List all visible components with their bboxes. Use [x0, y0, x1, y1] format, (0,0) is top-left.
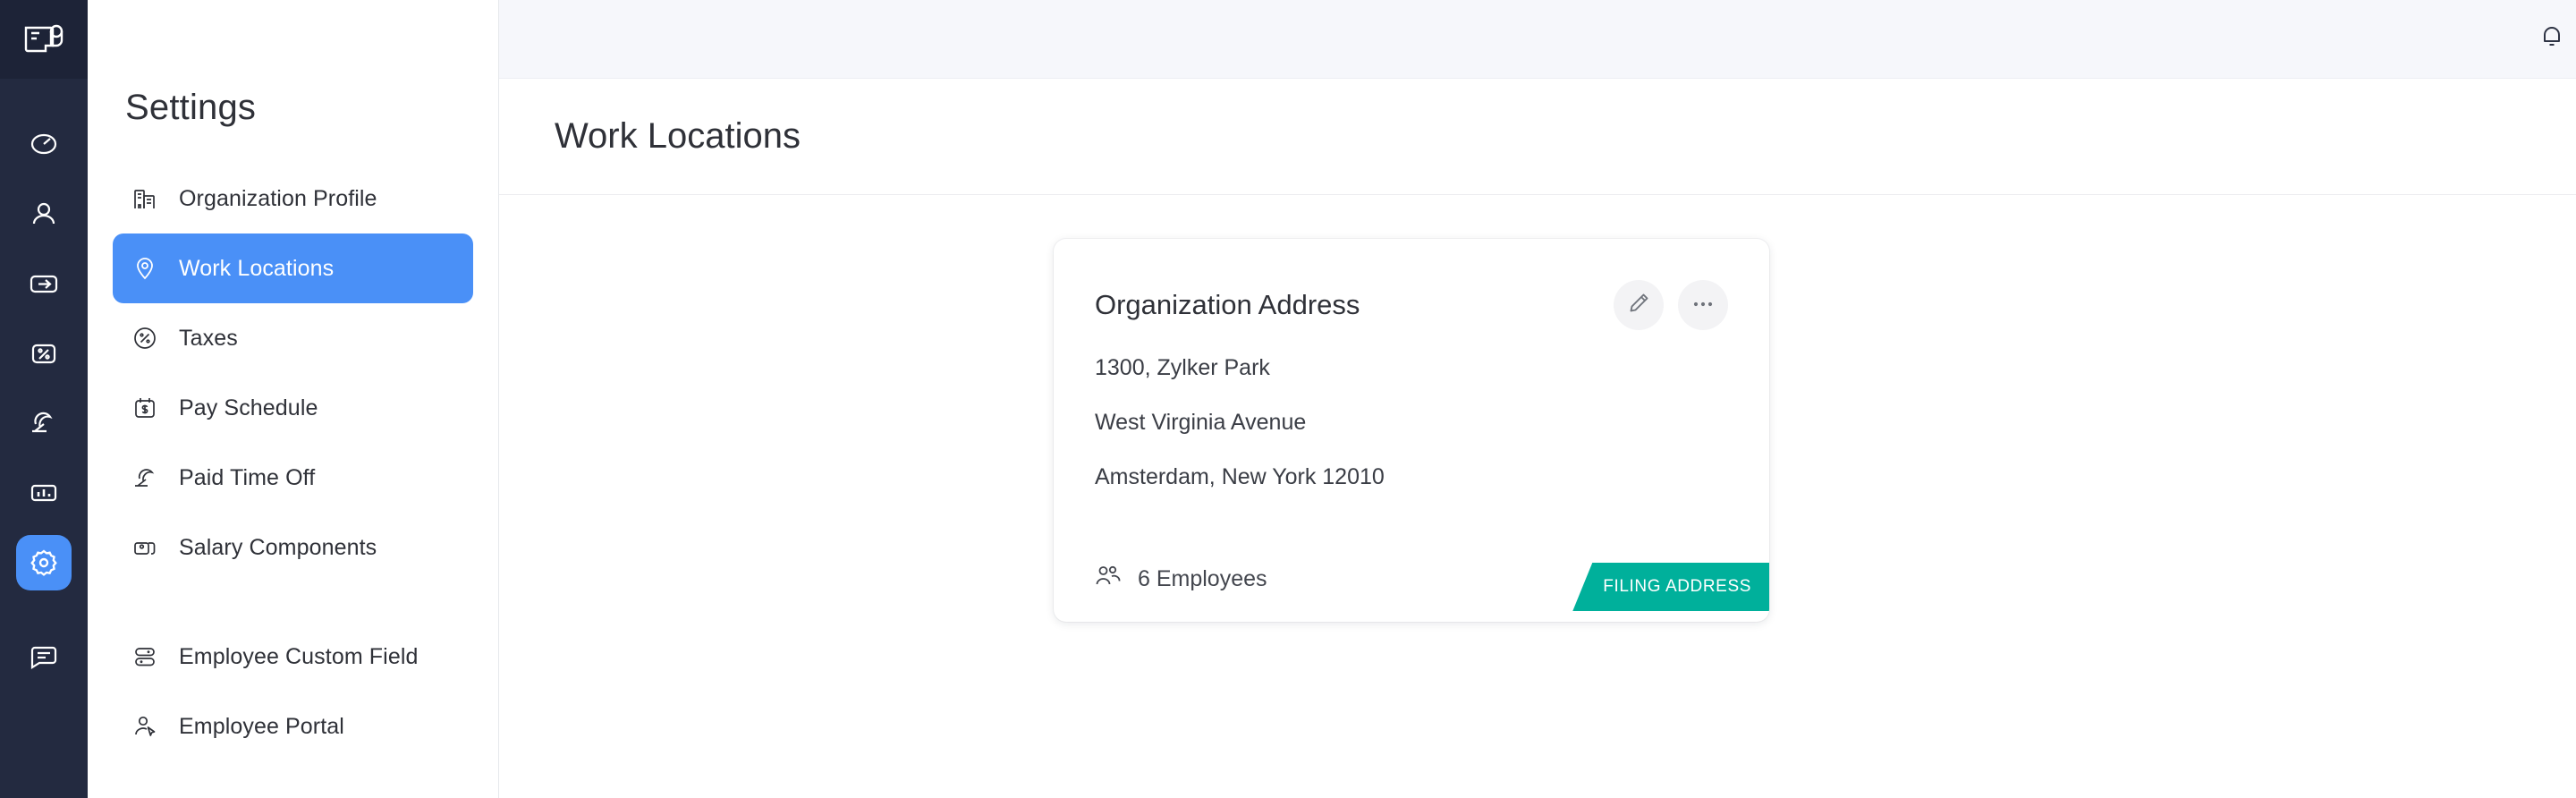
pay-runs-arrow-icon: [16, 256, 72, 311]
sidebar-group-separator: [113, 582, 473, 622]
time-off-umbrella-icon: [16, 395, 72, 451]
sidebar-item-label: Pay Schedule: [179, 395, 318, 421]
sidebar-item-label: Paid Time Off: [179, 465, 315, 491]
card-actions: [1614, 280, 1728, 330]
card-title: Organization Address: [1095, 289, 1360, 321]
sidebar-item-paid-time-off[interactable]: Paid Time Off: [113, 443, 473, 513]
main-area: Zylker NY Work Locations Add Work Locati…: [499, 0, 2576, 798]
sidebar-item-taxes[interactable]: Taxes: [113, 303, 473, 373]
map-pin-icon: [131, 254, 159, 283]
status-badge: FILING ADDRESS: [1572, 563, 1769, 611]
sidebar-item-label: Taxes: [179, 326, 238, 352]
address-line: 1300, Zylker Park: [1095, 357, 1728, 412]
rail-item-time-off[interactable]: [0, 388, 88, 458]
rail-items: [0, 79, 88, 692]
rail-item-settings[interactable]: [0, 528, 88, 598]
bell-icon: [2537, 21, 2567, 56]
sidebar-item-salary-components[interactable]: Salary Components: [113, 513, 473, 582]
more-options-button[interactable]: [1678, 280, 1728, 330]
user-cursor-icon: [131, 712, 159, 741]
address-line: Amsterdam, New York 12010: [1095, 466, 1728, 521]
sidebar-nav: Organization Profile Work Locations: [88, 164, 498, 761]
reports-bar-chart-icon: [16, 465, 72, 521]
building-icon: [131, 184, 159, 213]
sidebar-item-label: Work Locations: [179, 256, 334, 282]
payroll-logo-icon: [23, 21, 64, 57]
sidebar-item-label: Organization Profile: [179, 186, 377, 212]
rail-item-taxes[interactable]: [0, 318, 88, 388]
sidebar-item-work-locations[interactable]: Work Locations: [113, 233, 473, 303]
sidebar-item-label: Employee Custom Field: [179, 644, 418, 670]
rail-item-dashboard[interactable]: [0, 109, 88, 179]
rail-divider-gap: [0, 598, 88, 623]
rail-item-chat[interactable]: [0, 623, 88, 692]
work-location-card[interactable]: Organization Address: [1054, 239, 1769, 622]
sidebar-item-label: Employee Portal: [179, 714, 344, 740]
settings-sidebar: Settings Organization Profile: [88, 0, 499, 798]
settings-gear-icon: [16, 535, 72, 590]
edit-button[interactable]: [1614, 280, 1664, 330]
page-title: Work Locations: [555, 116, 801, 157]
sidebar-item-label: Salary Components: [179, 535, 377, 561]
page-header: Work Locations Add Work Location: [499, 79, 2576, 195]
percent-circle-icon: [131, 324, 159, 352]
top-bar: Zylker NY: [499, 0, 2576, 79]
card-footer: 6 Employees FILING ADDRESS: [1054, 536, 1769, 622]
sidebar-item-employee-custom-field[interactable]: Employee Custom Field: [113, 622, 473, 692]
cards-stack-icon: [131, 533, 159, 562]
address-line: West Virginia Avenue: [1095, 412, 1728, 466]
rail-item-pay-runs[interactable]: [0, 249, 88, 318]
app-logo[interactable]: [0, 0, 88, 79]
custom-field-icon: [131, 642, 159, 671]
pencil-icon: [1626, 291, 1651, 320]
ellipsis-icon: [1690, 297, 1716, 313]
dashboard-clock-icon: [16, 116, 72, 172]
sidebar-title: Settings: [88, 0, 498, 128]
sidebar-item-employee-portal[interactable]: Employee Portal: [113, 692, 473, 761]
app-root: Settings Organization Profile: [0, 0, 2576, 798]
employee-count: 6 Employees: [1054, 565, 1267, 594]
address-block: 1300, Zylker Park West Virginia Avenue A…: [1054, 330, 1769, 521]
taxes-percent-icon: [16, 326, 72, 381]
sidebar-item-pay-schedule[interactable]: Pay Schedule: [113, 373, 473, 443]
rail-item-employees[interactable]: [0, 179, 88, 249]
employees-person-icon: [16, 186, 72, 242]
sidebar-item-organization-profile[interactable]: Organization Profile: [113, 164, 473, 233]
notifications-button[interactable]: [2521, 9, 2576, 70]
left-icon-rail: [0, 0, 88, 798]
card-header: Organization Address: [1054, 239, 1769, 330]
rail-item-reports[interactable]: [0, 458, 88, 528]
calendar-dollar-icon: [131, 394, 159, 422]
beach-umbrella-icon: [131, 463, 159, 492]
chat-message-icon: [16, 630, 72, 685]
people-icon: [1095, 565, 1122, 594]
content-area: Organization Address: [499, 196, 2576, 798]
employee-count-label: 6 Employees: [1138, 566, 1267, 592]
